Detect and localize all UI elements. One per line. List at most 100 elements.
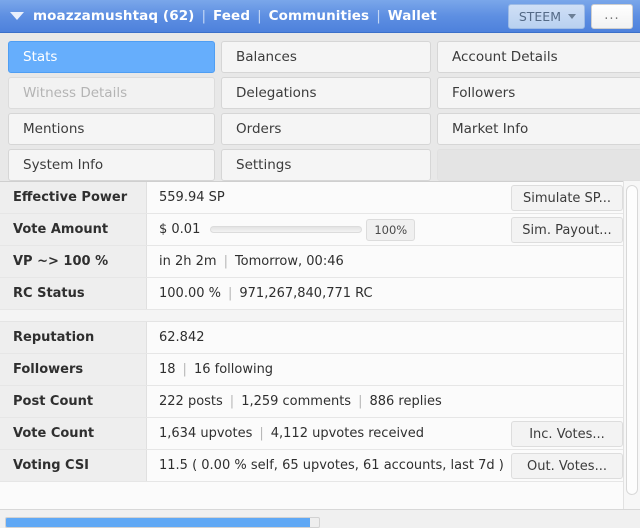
stats-row-reputation: Reputation 62.842 <box>0 322 640 354</box>
overflow-dots-icon: ... <box>604 8 620 23</box>
stats-row-post-count: Post Count 222 posts | 1,259 comments | 886 r… <box>0 386 640 418</box>
inc-votes-button[interactable]: Inc. Votes... <box>511 421 623 447</box>
tab-label: Market Info <box>452 121 529 137</box>
slider-percent-label: 100% <box>366 218 416 241</box>
stats-rows-host: Effective Power 559.94 SP Simulate SP... Vo… <box>0 182 640 482</box>
tab-delegations[interactable]: Delegations <box>221 77 431 109</box>
stats-label-text: Vote Amount <box>13 222 109 237</box>
value-separator: | <box>358 394 363 409</box>
stats-table-panel: Effective Power 559.94 SP Simulate SP... Vo… <box>0 181 640 509</box>
nav-separator-1: | <box>201 8 207 24</box>
tab-orders[interactable]: Orders <box>221 113 431 145</box>
button-label: Out. Votes... <box>527 458 607 474</box>
nav-link-wallet[interactable]: Wallet <box>388 8 437 24</box>
tab-label: Followers <box>452 85 516 101</box>
value-separator: | <box>227 286 233 301</box>
stats-row-followers: Followers 18 | 16 following <box>0 354 640 386</box>
stats-value-part: 18 <box>159 362 176 377</box>
tab-empty <box>437 149 640 181</box>
button-label: Simulate SP... <box>522 190 612 206</box>
nav-link-feed[interactable]: Feed <box>213 8 250 24</box>
tab-label: Stats <box>23 49 58 65</box>
stats-row-effective-power: Effective Power 559.94 SP Simulate SP... <box>0 182 640 214</box>
tab-mentions[interactable]: Mentions <box>8 113 215 145</box>
stats-row-value: 222 posts | 1,259 comments | 886 replies <box>147 386 640 417</box>
stats-value-part: 222 posts <box>159 394 223 409</box>
stats-row-label: Post Count <box>0 386 147 417</box>
sim-payout-button[interactable]: Sim. Payout... <box>511 217 623 243</box>
tab-panel: Stats Balances Account Details Witness Deta… <box>0 33 640 181</box>
stats-row-label: Followers <box>0 354 147 385</box>
status-bar <box>0 509 640 528</box>
overflow-menu-button[interactable]: ... <box>591 3 633 29</box>
tab-label: Account Details <box>452 49 558 65</box>
button-label: Sim. Payout... <box>522 222 612 238</box>
stats-row-rc-status: RC Status 100.00 % | 971,267,840,771 RC <box>0 278 640 310</box>
stats-row-voting-csi: Voting CSI 11.5 ( 0.00 % self, 65 upvotes… <box>0 450 640 482</box>
top-navigation-bar: moazzamushtaq (62) | Feed | Communities … <box>0 0 640 33</box>
nav-right-group: STEEM ... <box>507 3 640 29</box>
stats-row-label: Reputation <box>0 322 147 353</box>
tab-system-info[interactable]: System Info <box>8 149 215 181</box>
tab-market-info[interactable]: Market Info <box>437 113 640 145</box>
slider-track[interactable] <box>210 226 363 233</box>
tab-witness-details[interactable]: Witness Details <box>8 77 215 109</box>
stats-label-text: Followers <box>13 362 84 377</box>
token-selector-label: STEEM <box>518 8 561 24</box>
stats-label-text: RC Status <box>13 286 85 301</box>
vote-weight-slider[interactable]: 100% <box>210 218 416 241</box>
tab-account-details[interactable]: Account Details <box>437 41 640 73</box>
out-votes-button[interactable]: Out. Votes... <box>511 453 623 479</box>
stats-value-part: 4,112 upvotes received <box>270 426 424 441</box>
stats-row-value: in 2h 2m | Tomorrow, 00:46 <box>147 246 640 277</box>
tab-label: Balances <box>236 49 297 65</box>
stats-row-vp-100: VP ~> 100 % in 2h 2m | Tomorrow, 00:46 <box>0 246 640 278</box>
stats-value-text: 11.5 ( 0.00 % self, 65 upvotes, 61 accou… <box>159 458 504 473</box>
stats-row-value: 18 | 16 following <box>147 354 640 385</box>
stats-row-vote-count: Vote Count 1,634 upvotes | 4,112 upvotes re… <box>0 418 640 450</box>
stats-value-part: 1,259 comments <box>241 394 352 409</box>
tab-stats[interactable]: Stats <box>8 41 215 73</box>
stats-row-label: Effective Power <box>0 182 147 213</box>
token-selector-dropdown[interactable]: STEEM <box>507 3 585 29</box>
panel-vertical-scrollbar[interactable] <box>623 181 640 509</box>
stats-row-label: Vote Count <box>0 418 147 449</box>
stats-value-text: 62.842 <box>159 330 205 345</box>
stats-value-text: 559.94 SP <box>159 190 225 205</box>
stats-value-part: 16 following <box>193 362 274 377</box>
token-chevron-down-icon <box>568 13 576 19</box>
stats-row-vote-amount: Vote Amount $ 0.01 100% Sim. Payout... <box>0 214 640 246</box>
stats-label-text: VP ~> 100 % <box>13 254 109 269</box>
stats-value-part: 100.00 % <box>159 286 221 301</box>
tab-grid: Stats Balances Account Details Witness Deta… <box>0 38 640 181</box>
scrollbar-thumb[interactable] <box>626 185 638 495</box>
tab-label: Settings <box>236 157 292 173</box>
stats-value-part: 971,267,840,771 RC <box>239 286 373 301</box>
value-separator: | <box>229 394 235 409</box>
stats-group-separator <box>0 310 640 322</box>
tab-label: Witness Details <box>23 85 128 101</box>
stats-label-text: Reputation <box>13 330 95 345</box>
stats-value-part: 886 replies <box>369 394 442 409</box>
stats-value-part: 1,634 upvotes <box>159 426 253 441</box>
stats-row-label: Voting CSI <box>0 450 147 481</box>
stats-row-value: 100.00 % | 971,267,840,771 RC <box>147 278 640 309</box>
stats-value-text: $ 0.01 <box>159 222 201 237</box>
loading-progress-fill <box>6 518 310 527</box>
tab-settings[interactable]: Settings <box>221 149 431 181</box>
value-separator: | <box>259 426 264 441</box>
tab-label: Orders <box>236 121 282 137</box>
stats-value-part: in 2h 2m <box>159 254 217 269</box>
stats-label-text: Effective Power <box>13 190 128 205</box>
nav-link-communities[interactable]: Communities <box>269 8 370 24</box>
stats-row-value: 62.842 <box>147 322 640 353</box>
tab-followers[interactable]: Followers <box>437 77 640 109</box>
simulate-sp-button[interactable]: Simulate SP... <box>511 185 623 211</box>
account-menu-chevron-down-icon[interactable] <box>10 12 24 20</box>
stats-value-part: Tomorrow, 00:46 <box>234 254 344 269</box>
button-label: Inc. Votes... <box>529 426 605 442</box>
stats-row-label: RC Status <box>0 278 147 309</box>
tab-label: Delegations <box>236 85 317 101</box>
tab-balances[interactable]: Balances <box>221 41 431 73</box>
account-name-label[interactable]: moazzamushtaq (62) <box>33 8 194 24</box>
